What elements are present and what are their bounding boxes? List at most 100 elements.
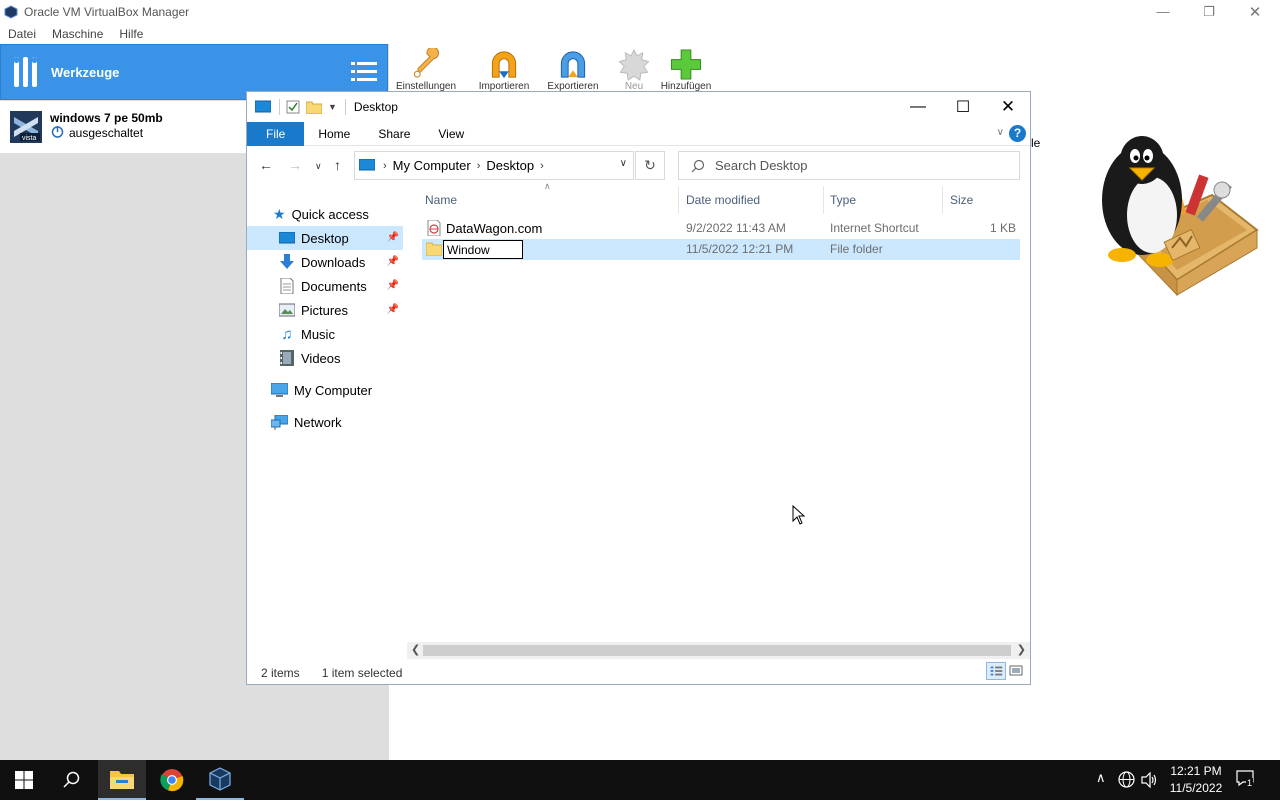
rename-input[interactable] (443, 240, 523, 259)
taskbar-clock[interactable]: 12:21 PM 11/5/2022 (1160, 763, 1232, 797)
vm-state: ausgeschaltet (69, 126, 144, 140)
clock-time: 12:21 PM (1170, 764, 1222, 778)
breadcrumb-separator-icon[interactable]: › (477, 160, 481, 172)
file-row-selected[interactable]: 11/5/2022 12:21 PM File folder (422, 239, 1020, 260)
qat-divider (344, 99, 346, 115)
vb-minimize-button[interactable]: — (1140, 0, 1186, 23)
recent-locations-chevron-icon[interactable]: ∨ (315, 161, 322, 172)
pin-icon[interactable]: 📌 (387, 304, 399, 315)
pin-icon[interactable]: 📌 (387, 232, 399, 243)
folder-icon (426, 242, 442, 256)
column-date-modified[interactable]: Date modified (686, 193, 760, 207)
tab-home[interactable]: Home (304, 122, 364, 146)
breadcrumb-separator-icon[interactable]: › (540, 160, 544, 172)
network-icon (271, 414, 288, 430)
column-divider[interactable] (823, 186, 824, 214)
forward-arrow-icon[interactable]: → (288, 157, 302, 173)
pictures-icon (279, 303, 295, 317)
back-arrow-icon[interactable]: ← (259, 157, 273, 173)
exportieren-button[interactable]: Exportieren (538, 48, 608, 92)
navigation-pane: ★ Quick access Desktop 📌 Downloads 📌 Doc… (247, 202, 405, 652)
ribbon-expand-chevron-icon[interactable]: ∨ (997, 127, 1004, 138)
search-input[interactable]: Search Desktop (678, 151, 1020, 180)
taskbar: ∧ 12:21 PM 11/5/2022 1 (0, 760, 1280, 800)
nav-videos[interactable]: Videos (247, 346, 403, 370)
star-icon: ★ (273, 205, 286, 222)
file-list-pane: ∧ Name Date modified Type Size DataWagon… (407, 181, 1032, 654)
breadcrumb-desktop[interactable]: Desktop (486, 158, 534, 173)
vb-partial-text: le (1031, 136, 1041, 150)
clock-date: 11/5/2022 (1169, 781, 1223, 795)
nav-quick-access[interactable]: ★ Quick access (247, 202, 403, 226)
file-name: DataWagon.com (446, 221, 543, 236)
nav-desktop[interactable]: Desktop 📌 (247, 226, 403, 250)
status-selected: 1 item selected (321, 666, 403, 680)
address-dropdown-icon[interactable]: ∨ (620, 158, 627, 169)
explorer-close-button[interactable]: ✕ (985, 92, 1031, 122)
vb-close-button[interactable]: ✕ (1232, 0, 1278, 23)
nav-documents-label: Documents (301, 278, 367, 294)
pin-icon[interactable]: 📌 (387, 256, 399, 267)
properties-icon[interactable] (286, 100, 300, 114)
up-arrow-icon[interactable]: ↑ (334, 157, 341, 173)
column-name[interactable]: Name (425, 193, 457, 207)
file-explorer-icon (110, 771, 134, 789)
column-type[interactable]: Type (830, 193, 856, 207)
nav-music[interactable]: ♫ Music (247, 322, 403, 346)
qat-dropdown-icon[interactable]: ▼ (328, 102, 337, 112)
start-button[interactable] (0, 760, 48, 800)
notification-center-button[interactable]: 1 (1236, 770, 1258, 792)
taskbar-file-explorer[interactable] (98, 760, 146, 800)
horizontal-scrollbar[interactable]: ❮ ❯ (407, 642, 1030, 659)
refresh-button[interactable]: ↻ (635, 151, 665, 180)
scrollbar-thumb[interactable] (423, 645, 1011, 656)
scroll-right-icon[interactable]: ❯ (1017, 643, 1026, 656)
tux-toolbox-illustration (1102, 136, 1259, 297)
taskbar-chrome[interactable] (148, 760, 196, 800)
import-arrow-icon (491, 51, 517, 79)
taskbar-search-button[interactable] (48, 760, 96, 800)
breadcrumb-my-computer[interactable]: My Computer (393, 158, 471, 173)
breadcrumb-separator-icon[interactable]: › (383, 160, 387, 172)
importieren-button[interactable]: Importieren (469, 48, 539, 92)
tab-view[interactable]: View (424, 122, 478, 146)
nav-downloads[interactable]: Downloads 📌 (247, 250, 403, 274)
hinzufuegen-button[interactable]: Hinzufügen (651, 48, 721, 92)
taskbar-virtualbox[interactable] (196, 760, 244, 800)
show-hidden-icons-chevron-icon[interactable]: ∧ (1096, 770, 1106, 786)
hamburger-menu-icon[interactable] (351, 59, 377, 85)
nav-documents[interactable]: Documents 📌 (247, 274, 403, 298)
nav-videos-label: Videos (301, 350, 341, 366)
vb-restore-button[interactable]: ❐ (1186, 0, 1232, 23)
explorer-maximize-button[interactable]: ☐ (940, 92, 986, 122)
new-folder-icon[interactable] (306, 100, 322, 114)
einstellungen-button[interactable]: Einstellungen (391, 48, 461, 92)
nav-pictures[interactable]: Pictures 📌 (247, 298, 403, 322)
help-icon[interactable]: ? (1009, 125, 1026, 142)
menu-maschine[interactable]: Maschine (44, 27, 111, 41)
file-type: File folder (830, 242, 883, 256)
menu-datei[interactable]: Datei (0, 27, 44, 41)
pin-icon[interactable]: 📌 (387, 280, 399, 291)
explorer-minimize-button[interactable]: — (895, 92, 941, 122)
quick-access-toolbar: ▼ (255, 99, 350, 115)
tab-file[interactable]: File (247, 121, 305, 146)
scroll-left-icon[interactable]: ❮ (411, 643, 420, 656)
nav-network[interactable]: Network (247, 410, 403, 434)
file-row[interactable]: DataWagon.com 9/2/2022 11:43 AM Internet… (422, 218, 1020, 239)
column-size[interactable]: Size (950, 193, 973, 207)
details-view-icon[interactable] (986, 662, 1006, 680)
nav-quick-access-label: Quick access (291, 206, 369, 222)
network-globe-icon[interactable] (1118, 771, 1135, 788)
tab-share[interactable]: Share (364, 122, 424, 146)
nav-my-computer[interactable]: My Computer (247, 378, 403, 402)
column-divider[interactable] (942, 186, 943, 214)
documents-icon (280, 278, 294, 294)
column-divider[interactable] (678, 186, 679, 214)
chrome-icon (160, 769, 184, 792)
large-icons-view-icon[interactable] (1006, 662, 1026, 680)
windows-logo-icon (15, 771, 33, 789)
volume-icon[interactable] (1141, 772, 1158, 788)
menu-hilfe[interactable]: Hilfe (111, 27, 151, 41)
address-bar[interactable]: › My Computer › Desktop › ∨ (354, 151, 634, 180)
